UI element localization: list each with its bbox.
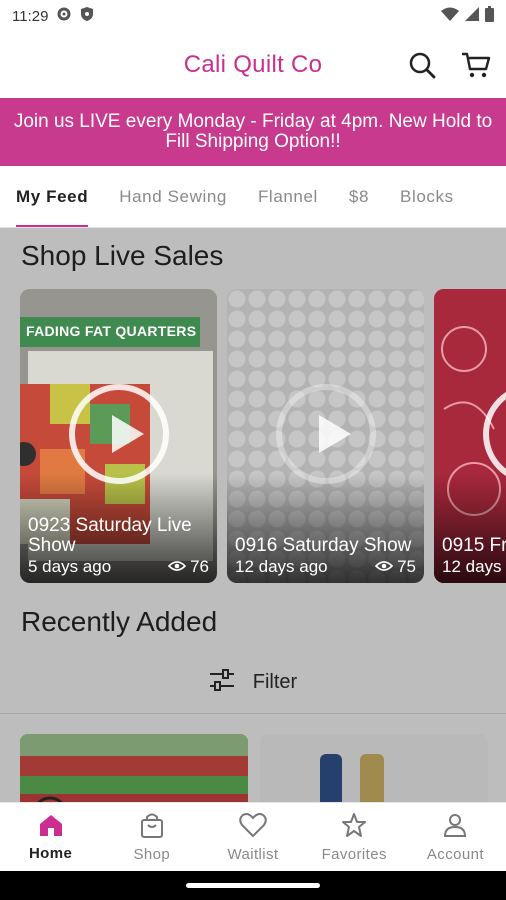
show-title: 0916 Saturday Show (235, 535, 412, 556)
feed-content: Shop Live Sales FADING FAT QUARTERS 0923… (0, 228, 506, 802)
play-icon[interactable] (69, 384, 169, 484)
product-card[interactable] (260, 734, 488, 802)
filter-label: Filter (252, 671, 298, 693)
thumb-banner-text: FADING FAT QUARTERS (26, 323, 197, 339)
show-age: 12 days (442, 557, 502, 576)
nav-home[interactable]: Home (0, 803, 101, 871)
app-title: Cali Quilt Co (183, 51, 323, 78)
tab-flannel[interactable]: Flannel (258, 166, 318, 227)
show-title: 0915 Friday (442, 535, 506, 556)
show-age: 12 days ago (235, 557, 328, 576)
star-icon (341, 812, 367, 842)
settings-icon (56, 6, 72, 26)
battery-icon (485, 6, 494, 26)
show-title: 0923 Saturday Live Show (28, 515, 192, 556)
nav-favorites[interactable]: Favorites (304, 803, 405, 871)
banner-text: Join us LIVE every Monday - Friday at 4p… (13, 111, 493, 152)
home-gesture-handle[interactable] (186, 883, 320, 888)
nav-label: Home (28, 844, 73, 862)
play-icon[interactable] (276, 384, 376, 484)
view-count: 76 (190, 557, 209, 576)
tab-8-dollar[interactable]: $8 (349, 166, 369, 227)
live-sales-title: Shop Live Sales (21, 240, 224, 271)
signal-icon (465, 7, 479, 25)
tab-blocks[interactable]: Blocks (400, 166, 454, 227)
eye-icon (374, 557, 394, 577)
status-time: 11:29 (12, 7, 49, 25)
eye-icon (167, 557, 187, 577)
product-card[interactable] (20, 734, 248, 802)
wifi-icon (441, 7, 459, 25)
live-show-card[interactable]: 0916 Saturday Show 12 days ago 75 (227, 289, 424, 583)
show-age: 5 days ago (28, 557, 112, 576)
nav-label: Account (426, 845, 484, 863)
nav-label: Shop (133, 845, 171, 863)
sliders-icon (209, 668, 235, 697)
tab-hand-sewing[interactable]: Hand Sewing (119, 166, 227, 227)
filter-button[interactable]: Filter (0, 652, 506, 714)
app-header: Cali Quilt Co (0, 32, 506, 98)
recently-added-title: Recently Added (21, 606, 218, 637)
product-grid (20, 734, 488, 802)
category-tabs: My Feed Hand Sewing Flannel $8 Blocks (0, 166, 506, 228)
tab-my-feed[interactable]: My Feed (16, 166, 89, 227)
person-icon (442, 812, 468, 842)
shopping-bag-icon (139, 812, 165, 842)
live-sales-carousel[interactable]: FADING FAT QUARTERS 0923 Saturday Live S… (20, 289, 506, 583)
nav-shop[interactable]: Shop (101, 803, 202, 871)
cart-icon[interactable] (460, 49, 492, 81)
live-show-card[interactable]: FADING FAT QUARTERS 0923 Saturday Live S… (20, 289, 217, 583)
nav-label: Favorites (321, 845, 387, 863)
status-bar: 11:29 (0, 0, 506, 32)
heart-icon (239, 812, 267, 842)
nav-label: Waitlist (227, 845, 279, 863)
search-icon[interactable] (406, 49, 438, 81)
shield-icon (80, 6, 94, 26)
bottom-nav: Home Shop Waitlist Favorites Account (0, 802, 506, 871)
live-show-card[interactable]: 0915 Friday 12 days (434, 289, 506, 583)
view-count: 75 (397, 557, 416, 576)
home-icon (38, 813, 64, 841)
system-gesture-bar (0, 871, 506, 900)
nav-account[interactable]: Account (405, 803, 506, 871)
nav-waitlist[interactable]: Waitlist (202, 803, 303, 871)
promo-banner[interactable]: Join us LIVE every Monday - Friday at 4p… (0, 98, 506, 166)
